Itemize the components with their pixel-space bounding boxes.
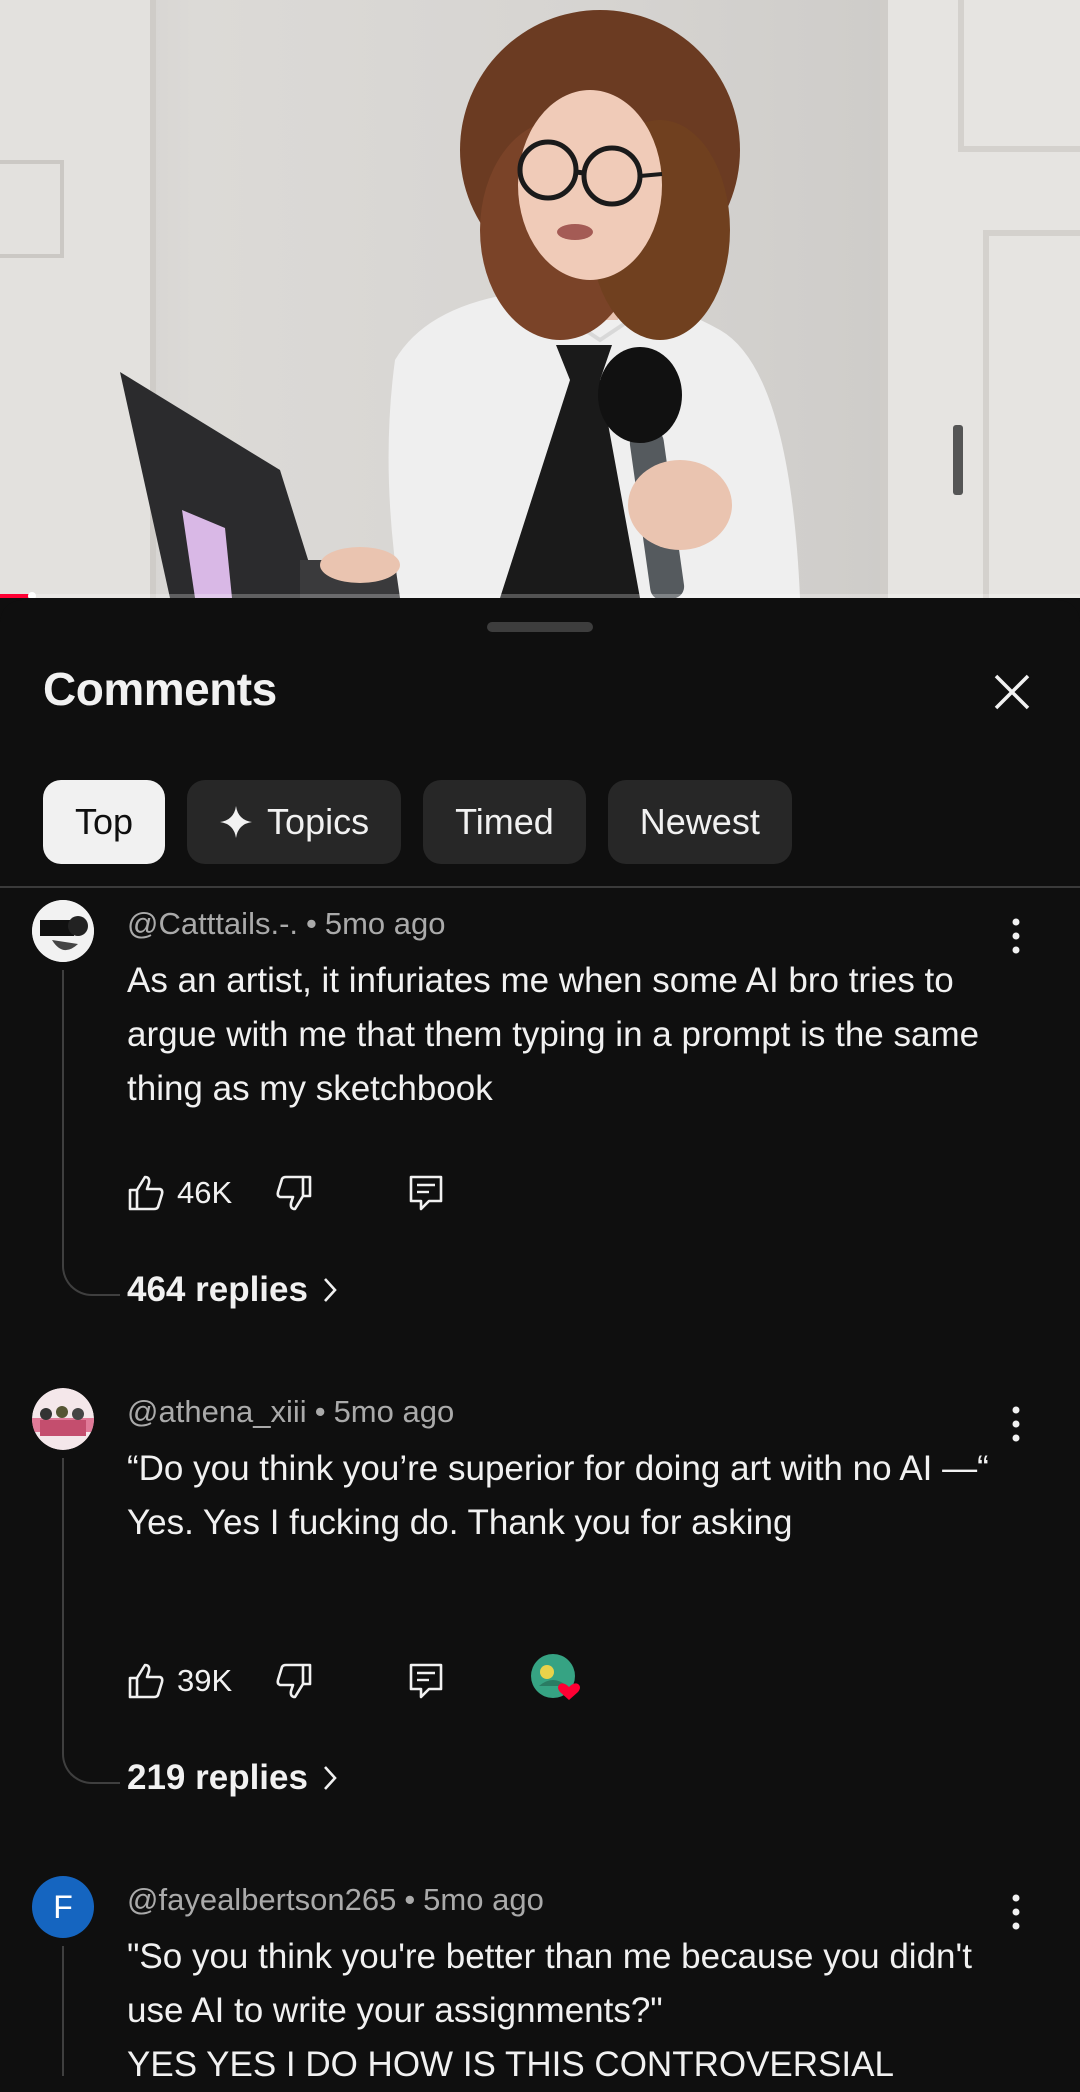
like-button[interactable]: 46K	[127, 1168, 232, 1218]
like-button[interactable]: 39K	[127, 1656, 232, 1706]
reply-icon	[409, 1175, 443, 1211]
presenter-figure	[120, 10, 800, 598]
chevron-right-icon	[324, 1278, 337, 1302]
chevron-right-icon	[324, 1766, 337, 1790]
thread-connector	[62, 1748, 120, 1784]
comment-text: As an artist, it infuriates me when some…	[127, 961, 980, 1108]
more-options-icon[interactable]	[1002, 1402, 1030, 1446]
reply-icon	[409, 1663, 443, 1699]
comments-panel: Comments Top Topics Timed Newest @Cattta…	[0, 600, 1080, 2084]
comment-age: 5mo ago	[333, 1394, 455, 1429]
like-count: 39K	[177, 1663, 233, 1698]
letter-avatar[interactable]: F	[32, 1876, 94, 1938]
view-replies-button[interactable]: 464 replies	[127, 1270, 338, 1310]
comment-actions: 39K	[127, 1654, 927, 1706]
more-options-icon[interactable]	[1002, 914, 1030, 958]
comment-actions: 46K	[127, 1168, 927, 1218]
reply-button[interactable]	[407, 1656, 445, 1706]
comment-text: “Do you think you’re superior for doing …	[127, 1449, 989, 1542]
thumbs-up-icon	[128, 1663, 164, 1699]
chip-timed[interactable]: Timed	[423, 780, 586, 864]
comment-meta: @Catttails.-. • 5mo ago	[127, 906, 446, 941]
view-replies-button[interactable]: 219 replies	[127, 1758, 338, 1798]
comment-age: 5mo ago	[423, 1882, 544, 1917]
reply-button[interactable]	[407, 1168, 445, 1218]
chip-newest[interactable]: Newest	[607, 780, 792, 864]
thumbs-down-icon	[276, 1663, 312, 1699]
comment-meta: @athena_xiii • 5mo ago	[127, 1394, 455, 1429]
author-handle[interactable]: @athena_xiii	[127, 1394, 307, 1429]
sticker-avatar[interactable]	[32, 900, 94, 962]
thumbs-up-icon	[128, 1175, 164, 1211]
comment-age: 5mo ago	[324, 906, 446, 941]
chip-top[interactable]: Top	[43, 780, 166, 864]
comment-text: "So you think you're better than me beca…	[127, 1937, 972, 2084]
progress-scrubber[interactable]	[28, 592, 37, 598]
video-player[interactable]	[0, 0, 1080, 598]
video-progress-bar[interactable]	[0, 592, 1080, 598]
sort-chips: Top Topics Timed Newest	[43, 780, 792, 864]
author-handle[interactable]: @Catttails.-.	[127, 906, 298, 941]
author-handle[interactable]: @fayealbertson265	[127, 1882, 396, 1917]
dislike-button[interactable]	[275, 1168, 313, 1218]
thread-connector	[62, 1260, 120, 1296]
creator-heart-icon	[531, 1654, 580, 1700]
thread-line	[62, 1458, 64, 1748]
drag-handle[interactable]	[487, 622, 593, 632]
thread-line	[62, 1946, 64, 2076]
comment-meta: @fayealbertson265 • 5mo ago	[127, 1882, 544, 1917]
divider	[0, 886, 1080, 888]
chip-topics[interactable]: Topics	[187, 780, 402, 864]
sparkle-icon	[220, 806, 253, 838]
thumbs-down-icon	[276, 1175, 312, 1211]
like-count: 46K	[177, 1175, 233, 1210]
group-photo-avatar[interactable]	[32, 1388, 94, 1450]
dislike-button[interactable]	[275, 1656, 313, 1706]
panel-title: Comments	[43, 663, 277, 715]
close-icon[interactable]	[986, 666, 1038, 718]
thread-line	[62, 970, 64, 1260]
more-options-icon[interactable]	[1002, 1890, 1030, 1934]
